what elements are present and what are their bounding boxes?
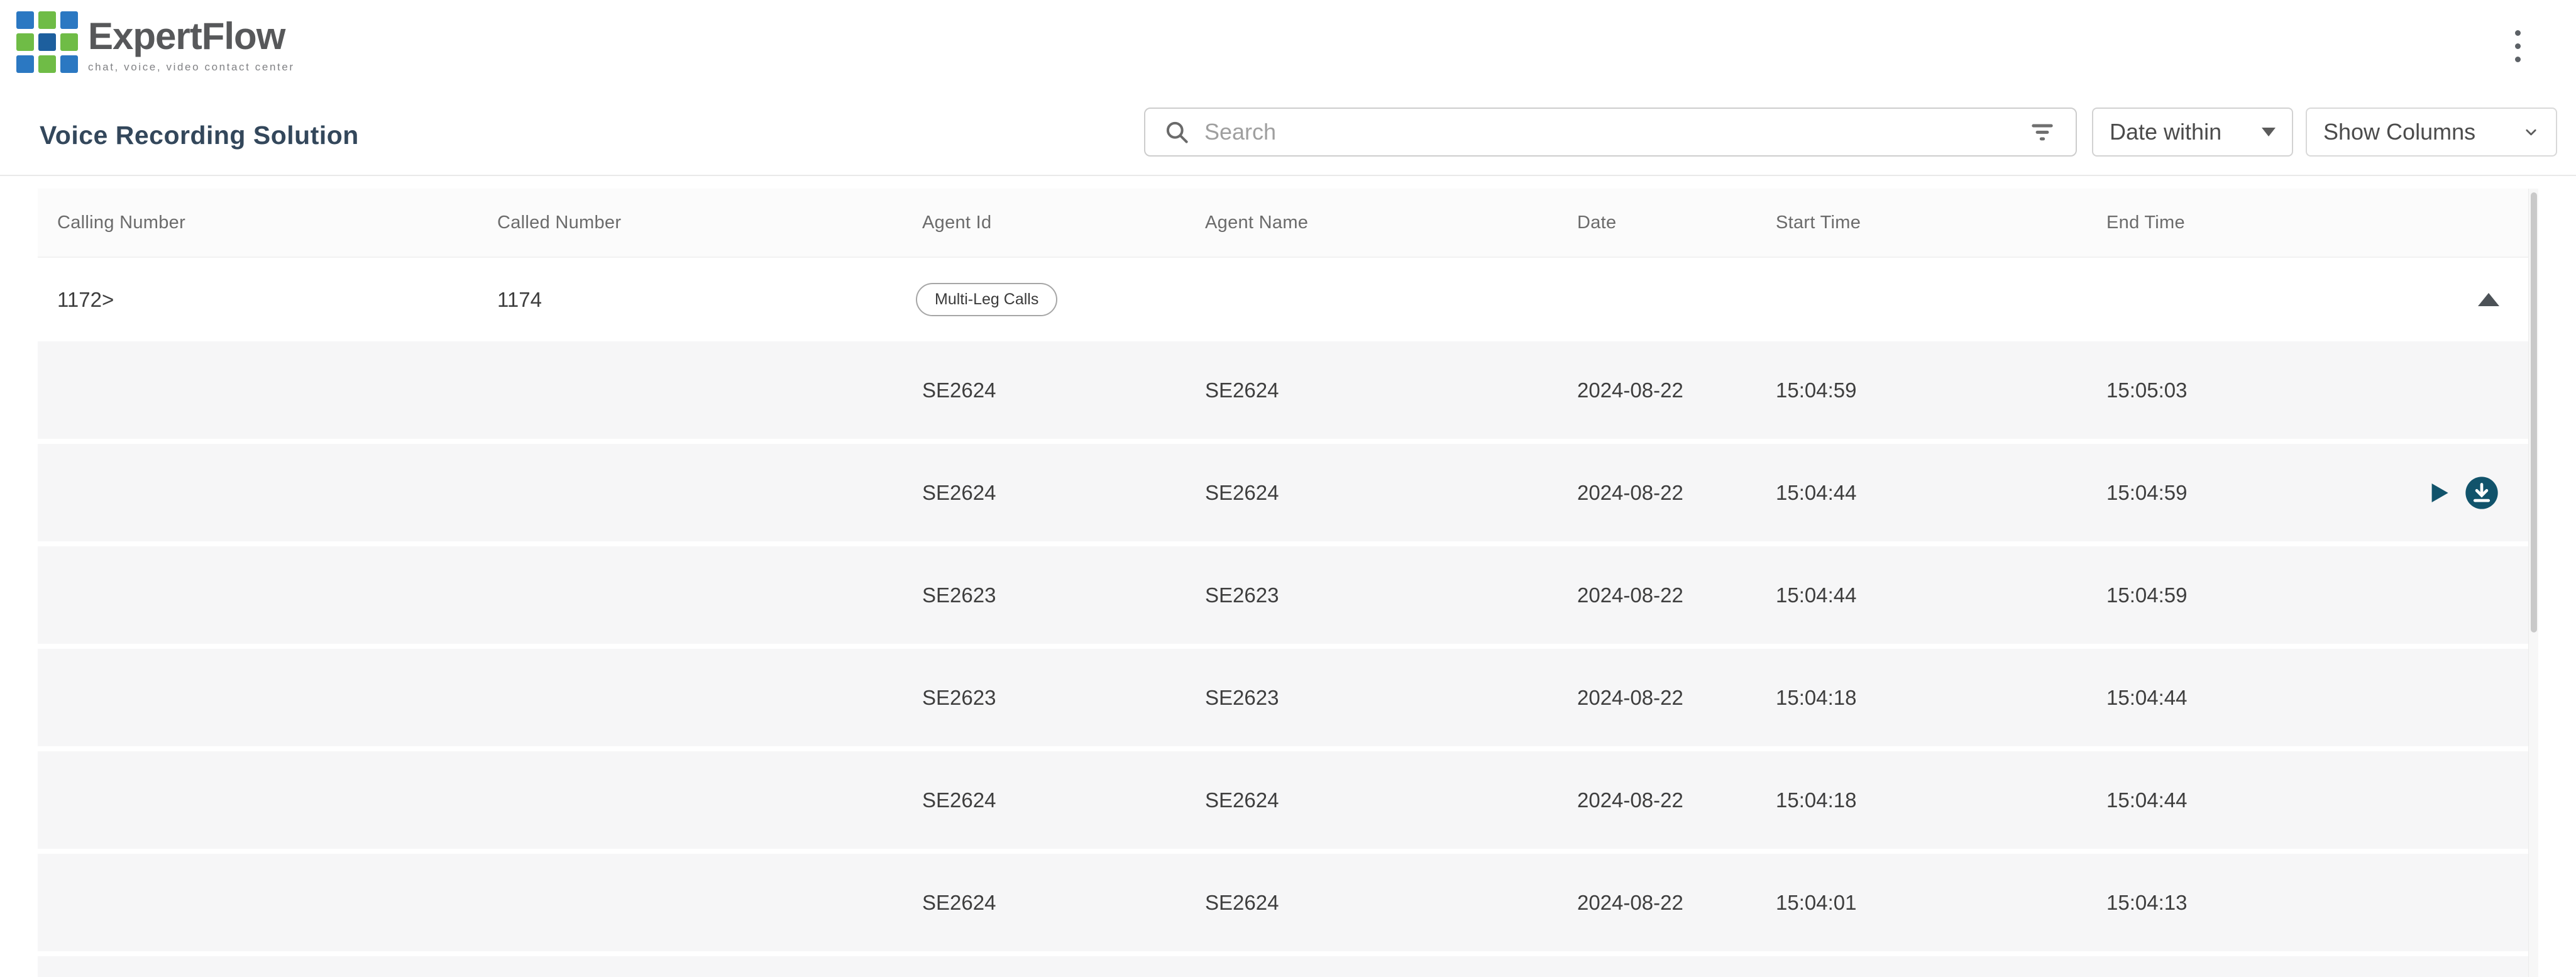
filter-icon[interactable] — [2027, 116, 2058, 148]
cell-date: 2024-08-22 — [1558, 686, 1756, 710]
toolbar: Voice Recording Solution Date within Sho… — [0, 97, 2576, 176]
play-recording-button[interactable] — [2423, 477, 2454, 509]
date-within-label: Date within — [2110, 119, 2221, 145]
logo-squares-icon — [16, 11, 78, 73]
cell-agent-name: SE2624 — [1186, 481, 1558, 505]
caret-down-icon — [2262, 128, 2276, 136]
column-header-start-time: Start Time — [1756, 213, 2087, 233]
play-icon — [2423, 477, 2454, 509]
kebab-menu-icon[interactable] — [2511, 26, 2524, 66]
cell-date: 2024-08-22 — [1558, 891, 1756, 915]
search-box — [1144, 108, 2077, 157]
expertflow-logo: ExpertFlow chat, voice, video contact ce… — [16, 11, 295, 74]
cell-agent-name: SE2624 — [1186, 378, 1558, 402]
cell-end-time: 15:04:13 — [2087, 891, 2380, 915]
cell-called-number: 1174 — [478, 288, 903, 312]
cell-agent-id: SE2624 — [903, 788, 1186, 812]
cell-date: 2024-08-22 — [1558, 481, 1756, 505]
column-header-calling-number: Calling Number — [38, 213, 478, 233]
cell-agent-name: SE2624 — [1186, 891, 1558, 915]
collapse-row-icon[interactable] — [2478, 293, 2499, 306]
cell-start-time: 15:04:44 — [1756, 583, 2087, 607]
logo-wordmark: ExpertFlow — [88, 18, 295, 55]
call-record-row: SE2624 SE2624 2024-08-22 15:04:44 15:04:… — [38, 444, 2528, 546]
cell-agent-id: SE2624 — [903, 481, 1186, 505]
cell-start-time: 15:04:44 — [1756, 481, 2087, 505]
cell-date: 2024-08-22 — [1558, 788, 1756, 812]
column-header-end-time: End Time — [2087, 213, 2380, 233]
cell-end-time: 15:04:44 — [2087, 788, 2380, 812]
call-record-row: SE2624 SE2624 2024-08-22 15:04:01 15:04:… — [38, 854, 2528, 956]
multi-leg-parent-row[interactable]: 1172> 1174 Multi-Leg Calls — [38, 258, 2528, 341]
cell-start-time: 15:04:59 — [1756, 378, 2087, 402]
logo-tagline: chat, voice, video contact center — [88, 61, 295, 74]
cell-agent-name: SE2624 — [1186, 788, 1558, 812]
app-header: ExpertFlow chat, voice, video contact ce… — [0, 0, 2576, 97]
cell-date: 2024-08-22 — [1558, 583, 1756, 607]
cell-end-time: 15:04:59 — [2087, 583, 2380, 607]
column-header-date: Date — [1558, 213, 1756, 233]
table-header-row: Calling Number Called Number Agent Id Ag… — [38, 189, 2528, 258]
table-row-partial — [38, 956, 2528, 977]
cell-agent-id: SE2623 — [903, 686, 1186, 710]
cell-end-time: 15:04:59 — [2087, 481, 2380, 505]
cell-agent-name: SE2623 — [1186, 583, 1558, 607]
recordings-table: Calling Number Called Number Agent Id Ag… — [38, 189, 2528, 977]
cell-agent-id: SE2623 — [903, 583, 1186, 607]
download-recording-button[interactable] — [2464, 475, 2499, 511]
cell-calling-number: 1172> — [38, 288, 478, 312]
column-header-agent-name: Agent Name — [1186, 213, 1558, 233]
show-columns-button[interactable]: Show Columns — [2306, 108, 2557, 157]
search-input[interactable] — [1203, 118, 2014, 146]
row-actions — [2380, 475, 2528, 511]
call-record-row: SE2623 SE2623 2024-08-22 15:04:18 15:04:… — [38, 649, 2528, 751]
cell-end-time: 15:05:03 — [2087, 378, 2380, 402]
cell-start-time: 15:04:01 — [1756, 891, 2087, 915]
download-icon — [2464, 475, 2499, 511]
call-record-row: SE2623 SE2623 2024-08-22 15:04:44 15:04:… — [38, 546, 2528, 649]
multi-leg-calls-badge: Multi-Leg Calls — [916, 283, 1057, 317]
cell-date: 2024-08-22 — [1558, 378, 1756, 402]
cell-end-time: 15:04:44 — [2087, 686, 2380, 710]
vertical-scrollbar-track[interactable] — [2528, 189, 2538, 977]
column-header-called-number: Called Number — [478, 213, 903, 233]
cell-agent-name: SE2623 — [1186, 686, 1558, 710]
table-body: SE2624 SE2624 2024-08-22 15:04:59 15:05:… — [38, 341, 2528, 956]
cell-start-time: 15:04:18 — [1756, 788, 2087, 812]
cell-agent-id: SE2624 — [903, 891, 1186, 915]
vertical-scrollbar-thumb[interactable] — [2531, 192, 2537, 632]
logo-text-block: ExpertFlow chat, voice, video contact ce… — [88, 11, 295, 74]
column-header-agent-id: Agent Id — [903, 213, 1186, 233]
chevron-down-icon — [2523, 124, 2540, 141]
page-title: Voice Recording Solution — [40, 97, 359, 174]
call-record-row: SE2624 SE2624 2024-08-22 15:04:18 15:04:… — [38, 751, 2528, 854]
cell-agent-id: SE2624 — [903, 378, 1186, 402]
show-columns-label: Show Columns — [2323, 119, 2475, 145]
call-record-row: SE2624 SE2624 2024-08-22 15:04:59 15:05:… — [38, 341, 2528, 444]
date-within-select[interactable]: Date within — [2092, 108, 2293, 157]
cell-start-time: 15:04:18 — [1756, 686, 2087, 710]
search-icon — [1163, 118, 1191, 146]
